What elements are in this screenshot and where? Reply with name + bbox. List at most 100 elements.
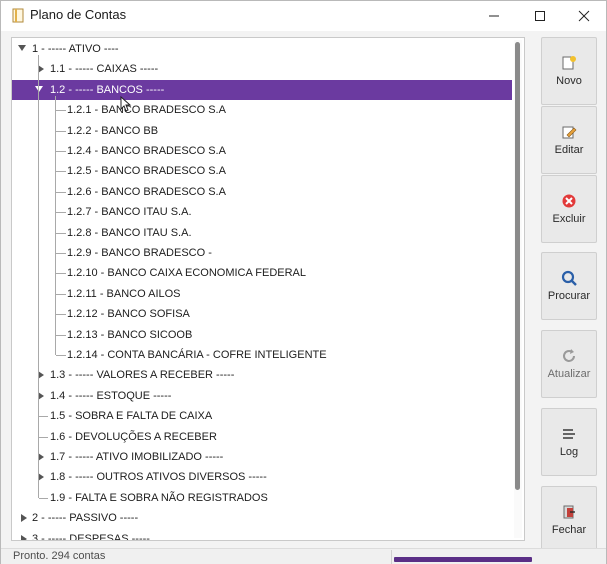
tree-row-label: 1.2 - ----- BANCOS ----- [50, 83, 165, 96]
edit-pencil-icon [561, 124, 577, 140]
tree-row[interactable]: 1.2.6 - BANCO BRADESCO S.A [12, 182, 512, 202]
tree-connector-line [55, 95, 56, 355]
atualizar-button-label: Atualizar [547, 368, 591, 380]
tree-connector-line [56, 191, 66, 193]
title-bar[interactable]: Plano de Contas [1, 1, 606, 31]
tree-row[interactable]: 1.2.14 - CONTA BANCÁRIA - COFRE INTELIGE… [12, 345, 512, 365]
tree-row[interactable]: 1.2.10 - BANCO CAIXA ECONOMICA FEDERAL [12, 263, 512, 283]
tree-row-label: 1 - ----- ATIVO ---- [32, 43, 119, 55]
novo-button[interactable]: Novo [541, 37, 597, 105]
tree-row-label: 1.6 - DEVOLUÇÕES A RECEBER [50, 430, 217, 443]
tree-connector-line [56, 253, 66, 254]
procurar-button-label: Procurar [547, 290, 591, 302]
excluir-button-label: Excluir [552, 213, 586, 225]
account-tree-panel: 1 - ----- ATIVO ---- 1.1 - ----- CAIXAS -… [11, 37, 525, 541]
document-icon [12, 8, 24, 23]
tree-row[interactable]: 2 - ----- PASSIVO ----- [12, 508, 512, 528]
tree-row-label: 1.3 - ----- VALORES A RECEBER ----- [50, 369, 235, 382]
tree-row-label: 1.2.1 - BANCO BRADESCO S.A [67, 104, 226, 117]
refresh-icon [561, 348, 577, 364]
close-button[interactable] [561, 1, 607, 31]
novo-button-label: Novo [556, 75, 582, 87]
editar-button-label: Editar [554, 144, 584, 156]
tree-row-label: 1.2.11 - BANCO AILOS [67, 287, 181, 300]
maximize-button[interactable] [517, 1, 563, 31]
tree-row[interactable]: 1.3 - ----- VALORES A RECEBER ----- [12, 365, 512, 385]
log-button[interactable]: Log [541, 408, 597, 476]
maximize-icon [535, 11, 545, 21]
expand-arrow-icon[interactable] [18, 45, 26, 51]
minimize-button[interactable] [471, 1, 517, 31]
tree-row[interactable]: 1.2.7 - BANCO ITAU S.A. [12, 202, 512, 222]
tree-row[interactable]: 1 - ----- ATIVO ---- [12, 39, 512, 59]
fechar-button-label: Fechar [551, 524, 587, 536]
window-title: Plano de Contas [30, 7, 127, 22]
tree-row-label: 1.2.12 - BANCO SOFISA [67, 308, 190, 321]
delete-x-icon [561, 193, 577, 209]
tree-row-label: 2 - ----- PASSIVO ----- [32, 512, 139, 525]
close-icon [578, 10, 590, 22]
tree-connector-line [56, 293, 66, 295]
tree-connector-line [39, 436, 48, 438]
tree-row-label: 1.9 - FALTA E SOBRA NÃO REGISTRADOS [50, 491, 268, 504]
tree-row-label: 1.4 - ----- ESTOQUE ----- [50, 389, 172, 402]
account-tree[interactable]: 1 - ----- ATIVO ---- 1.1 - ----- CAIXAS -… [12, 38, 512, 540]
status-text: Pronto. 294 contas [13, 550, 106, 562]
tree-row-label: 1.2.9 - BANCO BRADESCO - [67, 247, 212, 259]
tree-row[interactable]: 1.8 - ----- OUTROS ATIVOS DIVERSOS ----- [12, 467, 512, 487]
tree-row-label: 1.7 - ----- ATIVO IMOBILIZADO ----- [50, 451, 224, 463]
tree-row-label: 1.2.4 - BANCO BRADESCO S.A [67, 145, 226, 157]
new-document-icon [561, 55, 577, 71]
tree-row-label: 1.2.2 - BANCO BB [67, 124, 159, 137]
editar-button[interactable]: Editar [541, 106, 597, 174]
tree-row-label: 1.2.8 - BANCO ITAU S.A. [67, 226, 192, 239]
collapse-arrow-icon[interactable] [21, 534, 27, 540]
tree-row[interactable]: 1.2.13 - BANCO SICOOB [12, 325, 512, 345]
tree-row[interactable]: 1.1 - ----- CAIXAS ----- [12, 59, 512, 79]
expand-arrow-icon[interactable] [35, 85, 43, 92]
tree-connector-line [56, 151, 66, 152]
tree-row-label: 1.8 - ----- OUTROS ATIVOS DIVERSOS ----- [50, 471, 267, 484]
tree-row[interactable]: 1.2.5 - BANCO BRADESCO S.A [12, 161, 512, 181]
tree-connector-line [56, 130, 66, 132]
collapse-arrow-icon[interactable] [21, 514, 27, 523]
tree-row[interactable]: 3 - ----- DESPESAS ----- [12, 529, 512, 541]
tree-row-label: 1.5 - SOBRA E FALTA DE CAIXA [50, 410, 213, 423]
tree-connector-line [56, 273, 66, 275]
tree-row[interactable]: 1.2.2 - BANCO BB [12, 121, 512, 141]
tree-row[interactable]: 1.6 - DEVOLUÇÕES A RECEBER [12, 427, 512, 447]
tree-connector-line [56, 212, 66, 214]
exit-door-icon [561, 504, 577, 520]
minimize-icon [489, 15, 499, 17]
tree-row[interactable]: 1.4 - ----- ESTOQUE ----- [12, 386, 512, 406]
scrollbar-thumb[interactable] [515, 42, 520, 490]
tree-row-label: 3 - ----- DESPESAS ----- [32, 532, 150, 541]
tree-row-label: 1.2.13 - BANCO SICOOB [67, 328, 193, 341]
tree-vertical-scrollbar[interactable] [514, 40, 522, 538]
tree-connector-line [56, 334, 66, 336]
tree-row[interactable]: 1.2 - ----- BANCOS ----- [12, 79, 512, 100]
tree-row[interactable]: 1.2.11 - BANCO AILOS [12, 284, 512, 304]
tree-row[interactable]: 1.5 - SOBRA E FALTA DE CAIXA [12, 406, 512, 426]
tree-connector-line [56, 171, 66, 173]
tree-connector-line [56, 232, 66, 234]
tree-row[interactable]: 1.2.4 - BANCO BRADESCO S.A [12, 141, 512, 161]
tree-row[interactable]: 1.9 - FALTA E SOBRA NÃO REGISTRADOS [12, 488, 512, 508]
search-magnifier-icon [561, 270, 577, 286]
tree-row[interactable]: 1.2.1 - BANCO BRADESCO S.A [12, 100, 512, 120]
tree-row[interactable]: 1.7 - ----- ATIVO IMOBILIZADO ----- [12, 447, 512, 467]
tree-row-label: 1.2.5 - BANCO BRADESCO S.A [67, 165, 226, 178]
tree-row-label: 1.2.10 - BANCO CAIXA ECONOMICA FEDERAL [67, 267, 307, 280]
log-button-label: Log [559, 446, 579, 458]
mouse-cursor-icon [120, 96, 132, 112]
fechar-button[interactable]: Fechar [541, 486, 597, 554]
tree-row[interactable]: 1.2.8 - BANCO ITAU S.A. [12, 223, 512, 243]
tree-row-label: 1.2.7 - BANCO ITAU S.A. [67, 206, 192, 219]
atualizar-button[interactable]: Atualizar [541, 330, 597, 398]
procurar-button[interactable]: Procurar [541, 252, 597, 320]
excluir-button[interactable]: Excluir [541, 175, 597, 243]
tree-row[interactable]: 1.2.12 - BANCO SOFISA [12, 304, 512, 324]
status-bar: Pronto. 294 contas [1, 548, 606, 564]
tree-row[interactable]: 1.2.9 - BANCO BRADESCO - [12, 243, 512, 263]
tree-connector-line [38, 55, 39, 498]
